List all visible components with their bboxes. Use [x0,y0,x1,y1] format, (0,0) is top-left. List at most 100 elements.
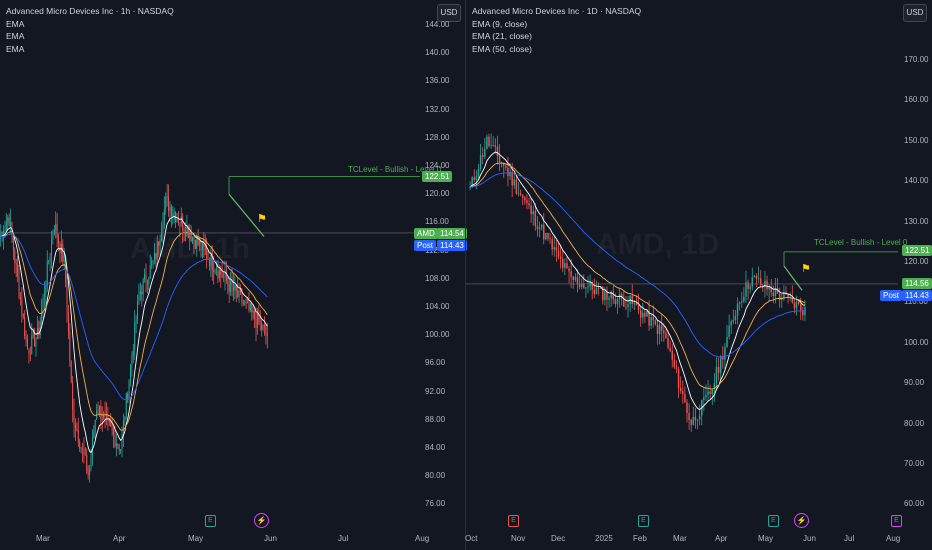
price-tick-label: 100.00 [904,337,929,347]
candle [639,310,642,318]
flag-icon: ⚑ [257,213,267,225]
candle [217,271,219,279]
indicator-ema-50[interactable]: EMA (50, close) [472,43,641,56]
candle [261,323,263,330]
candle [48,261,50,262]
indicator-ema-9[interactable]: EMA (9, close) [472,18,641,31]
candle [486,136,488,150]
candle [63,255,65,262]
candle [7,217,9,223]
candle [113,430,115,435]
currency-button[interactable]: USD [903,4,927,22]
indicator-ema-21[interactable]: EMA (21, close) [472,30,641,43]
candle [473,177,476,180]
candle [490,145,492,147]
price-tick-label: 116.00 [425,217,449,227]
candle [593,289,596,295]
candle [477,168,480,177]
candle [564,263,566,268]
candle [625,306,627,308]
price-tick-label: 88.00 [425,414,446,424]
candle [46,261,48,286]
candle [38,328,40,336]
indicator-ema-3[interactable]: EMA [6,43,174,56]
price-tick-label: 170.00 [904,55,929,64]
price-tick-label: 100.00 [425,330,450,340]
candle [751,277,754,287]
candle [526,200,528,204]
candle [757,278,760,280]
symbol-watermark: AMD, 1D [596,228,719,262]
candle [793,302,796,309]
candle [570,271,572,277]
candle [686,402,688,414]
chart-title[interactable]: Advanced Micro Devices Inc · 1D · NASDAQ [472,5,641,18]
candle [498,155,501,163]
indicator-ema-2[interactable]: EMA [6,30,174,43]
candle [494,145,497,147]
earnings-event-icon[interactable]: E [768,515,779,527]
dividend-event-icon[interactable]: ⚡ [794,513,809,528]
candle [10,222,12,227]
candle [237,291,239,297]
candle [637,305,640,311]
candle [561,259,564,268]
candle [669,347,671,352]
candle [534,211,537,226]
candle [238,289,240,297]
candle [245,301,247,303]
candle [137,301,139,321]
candle [213,269,215,272]
earnings-event-icon[interactable]: E [638,515,649,527]
candle [242,303,244,304]
candle [76,428,78,431]
earnings-event-icon[interactable]: E [205,515,216,527]
candle [555,247,558,251]
candle [671,351,673,360]
candle [536,225,539,230]
candle [549,238,551,240]
indicator-ema-1[interactable]: EMA [6,18,174,31]
candle [732,320,735,322]
chart-pane-1h[interactable]: AMD, 1h Advanced Micro Devices Inc · 1h … [0,0,467,550]
candle [698,415,701,420]
chart-title[interactable]: Advanced Micro Devices Inc · 1h · NASDAQ [6,5,174,18]
price-tick-label: 120.00 [425,189,450,199]
candle [218,270,220,279]
tc-level-price-tag: 122.51 [422,171,453,182]
candle [540,224,543,228]
candle [169,206,171,211]
candle [34,333,36,347]
time-tick-label: May [758,534,774,543]
price-tick-label: 90.00 [904,378,925,388]
candle [114,434,116,447]
candle [223,276,225,278]
chart-pane-1d[interactable]: AMD, 1D Advanced Micro Devices Inc · 1D … [465,0,932,550]
candle [696,419,699,421]
time-tick-label: Oct [465,534,478,543]
candle [703,397,705,400]
candle [179,222,181,224]
last-price-tag: 114.54 [437,228,467,239]
price-tick-label: 70.00 [904,459,925,468]
candle [255,319,257,328]
candle [74,424,76,429]
candle [248,301,250,311]
time-tick-label: Nov [511,534,526,543]
candle [530,205,532,215]
earnings-event-icon[interactable]: E [508,515,519,527]
earnings-event-icon[interactable]: E [891,515,902,527]
candle [532,211,534,215]
candle [513,179,516,186]
candle [241,292,243,304]
candle [234,285,236,291]
candle [663,330,665,334]
candle [98,406,100,413]
candle [665,333,667,339]
dividend-event-icon[interactable]: ⚡ [254,513,269,528]
candle [717,366,720,373]
chart-canvas-1d[interactable] [466,0,932,550]
chart-canvas-1h[interactable] [0,0,466,550]
candle [673,359,676,368]
candle [627,304,629,307]
